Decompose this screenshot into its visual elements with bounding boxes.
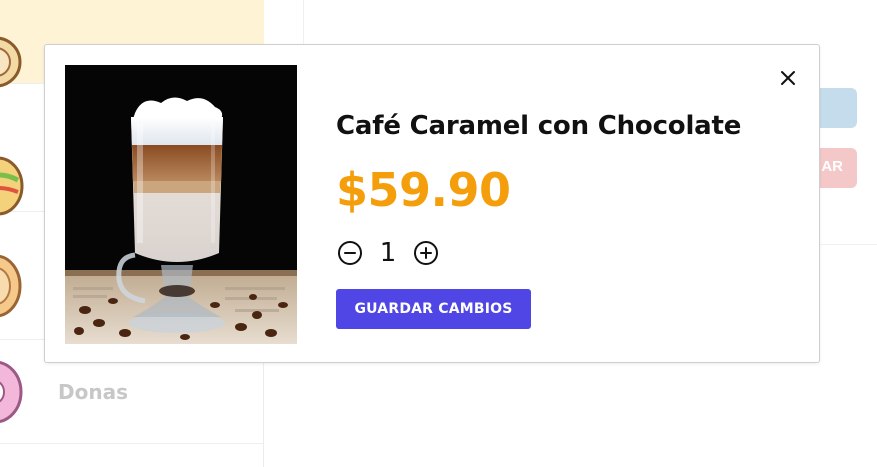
product-image	[65, 65, 297, 344]
sandwich-category-icon	[0, 156, 24, 216]
plus-circle-icon[interactable]	[413, 240, 439, 266]
close-icon	[781, 71, 795, 85]
product-price: $59.90	[336, 163, 511, 217]
quantity-stepper: 1	[337, 238, 439, 268]
cancel-order-label: AR	[821, 158, 843, 175]
close-button[interactable]	[777, 67, 799, 89]
coffee-glass-image	[65, 65, 297, 344]
coffee-category-icon	[0, 36, 22, 88]
save-changes-button[interactable]: GUARDAR CAMBIOS	[336, 289, 531, 329]
minus-circle-icon[interactable]	[337, 240, 363, 266]
app-stage: Donas AR Café Caramel con Chocolate $59.…	[0, 0, 877, 467]
product-modal: Café Caramel con Chocolate $59.90 1 GUAR…	[44, 44, 820, 363]
product-name: Café Caramel con Chocolate	[336, 111, 742, 141]
pastry-category-icon	[0, 254, 22, 318]
category-label-donas: Donas	[58, 380, 128, 404]
donut-category-icon	[0, 361, 23, 423]
quantity-value: 1	[379, 238, 397, 268]
